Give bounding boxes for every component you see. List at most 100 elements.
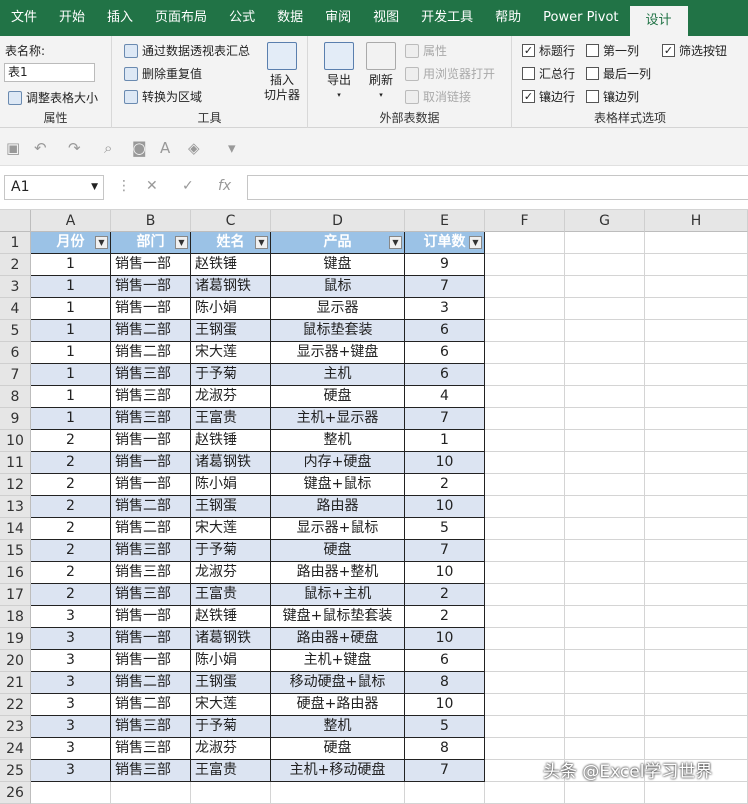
empty-cell[interactable] bbox=[485, 606, 565, 628]
table-cell[interactable]: 5 bbox=[405, 518, 485, 540]
table-cell[interactable]: 陈小娟 bbox=[191, 298, 271, 320]
table-cell[interactable]: 王钢蛋 bbox=[191, 496, 271, 518]
row-header[interactable]: 23 bbox=[0, 716, 31, 738]
empty-cell[interactable] bbox=[645, 694, 748, 716]
empty-cell[interactable] bbox=[565, 606, 645, 628]
row-header[interactable]: 15 bbox=[0, 540, 31, 562]
table-cell[interactable]: 诸葛钢铁 bbox=[191, 452, 271, 474]
table-cell[interactable]: 3 bbox=[31, 672, 111, 694]
table-cell[interactable]: 于予菊 bbox=[191, 716, 271, 738]
table-cell[interactable]: 鼠标 bbox=[271, 276, 405, 298]
table-cell[interactable]: 2 bbox=[31, 584, 111, 606]
table-header-cell[interactable]: 产品 ▼ bbox=[271, 232, 405, 254]
filter-dropdown-icon[interactable]: ▼ bbox=[175, 236, 188, 249]
insert-slicer-button[interactable]: 插入 切片器 bbox=[262, 42, 302, 103]
empty-cell[interactable] bbox=[485, 276, 565, 298]
tab-3[interactable]: 页面布局 bbox=[144, 0, 218, 36]
table-cell[interactable]: 销售一部 bbox=[111, 276, 191, 298]
row-header[interactable]: 8 bbox=[0, 386, 31, 408]
table-cell[interactable]: 6 bbox=[405, 650, 485, 672]
tab-11[interactable]: 设计 bbox=[629, 6, 688, 36]
empty-cell[interactable] bbox=[645, 606, 748, 628]
table-cell[interactable]: 赵铁锤 bbox=[191, 606, 271, 628]
column-header-G[interactable]: G bbox=[565, 210, 645, 232]
empty-cell[interactable] bbox=[565, 474, 645, 496]
table-cell[interactable]: 龙淑芬 bbox=[191, 562, 271, 584]
confirm-icon[interactable]: ✓ bbox=[182, 178, 194, 194]
empty-cell[interactable] bbox=[485, 386, 565, 408]
row-header[interactable]: 6 bbox=[0, 342, 31, 364]
table-cell[interactable]: 7 bbox=[405, 276, 485, 298]
table-cell[interactable]: 销售一部 bbox=[111, 298, 191, 320]
row-header[interactable]: 26 bbox=[0, 782, 31, 804]
empty-cell[interactable] bbox=[565, 628, 645, 650]
filter-button-checkbox[interactable]: ✓ 筛选按钮 bbox=[662, 42, 727, 59]
table-cell[interactable]: 移动硬盘+鼠标 bbox=[271, 672, 405, 694]
table-cell[interactable]: 整机 bbox=[271, 430, 405, 452]
table-cell[interactable]: 销售三部 bbox=[111, 738, 191, 760]
empty-cell[interactable] bbox=[565, 540, 645, 562]
table-cell[interactable]: 赵铁锤 bbox=[191, 254, 271, 276]
name-box[interactable]: A1 ▼ bbox=[4, 175, 104, 200]
empty-cell[interactable] bbox=[645, 320, 748, 342]
table-cell[interactable]: 显示器 bbox=[271, 298, 405, 320]
table-cell[interactable]: 1 bbox=[31, 386, 111, 408]
column-header-E[interactable]: E bbox=[405, 210, 485, 232]
table-cell[interactable]: 3 bbox=[31, 760, 111, 782]
table-cell[interactable]: 2 bbox=[31, 518, 111, 540]
empty-cell[interactable] bbox=[565, 562, 645, 584]
empty-cell[interactable] bbox=[485, 408, 565, 430]
table-cell[interactable]: 鼠标+主机 bbox=[271, 584, 405, 606]
total-row-checkbox[interactable]: 汇总行 bbox=[522, 65, 575, 82]
open-browser-button[interactable]: 用浏览器打开 bbox=[405, 65, 495, 82]
last-column-checkbox[interactable]: 最后一列 bbox=[586, 65, 651, 82]
empty-cell[interactable] bbox=[565, 342, 645, 364]
table-header-cell[interactable]: 订单数 ▼ bbox=[405, 232, 485, 254]
table-cell[interactable]: 宋大莲 bbox=[191, 518, 271, 540]
row-header[interactable]: 16 bbox=[0, 562, 31, 584]
table-cell[interactable]: 10 bbox=[405, 452, 485, 474]
empty-cell[interactable] bbox=[645, 232, 748, 254]
table-cell[interactable]: 销售二部 bbox=[111, 496, 191, 518]
table-cell[interactable]: 7 bbox=[405, 540, 485, 562]
table-cell[interactable]: 主机+移动硬盘 bbox=[271, 760, 405, 782]
tab-10[interactable]: Power Pivot bbox=[532, 0, 629, 36]
banded-rows-checkbox[interactable]: ✓ 镶边行 bbox=[522, 88, 575, 105]
insert-function-icon[interactable]: fx bbox=[218, 178, 231, 194]
row-header[interactable]: 20 bbox=[0, 650, 31, 672]
table-cell[interactable]: 1 bbox=[31, 298, 111, 320]
table-cell[interactable]: 鼠标垫套装 bbox=[271, 320, 405, 342]
row-header[interactable]: 13 bbox=[0, 496, 31, 518]
chevron-down-icon[interactable]: ▼ bbox=[91, 176, 98, 199]
empty-cell[interactable] bbox=[565, 584, 645, 606]
table-cell[interactable]: 于予菊 bbox=[191, 364, 271, 386]
column-header-A[interactable]: A bbox=[31, 210, 111, 232]
filter-dropdown-icon[interactable]: ▼ bbox=[255, 236, 268, 249]
empty-cell[interactable] bbox=[485, 496, 565, 518]
table-cell[interactable]: 1 bbox=[405, 430, 485, 452]
resize-table-button[interactable]: 调整表格大小 bbox=[8, 89, 98, 106]
empty-cell[interactable] bbox=[485, 672, 565, 694]
empty-cell[interactable] bbox=[565, 254, 645, 276]
empty-cell[interactable] bbox=[485, 452, 565, 474]
tab-1[interactable]: 开始 bbox=[48, 0, 96, 36]
table-cell[interactable]: 10 bbox=[405, 562, 485, 584]
empty-cell[interactable] bbox=[485, 364, 565, 386]
table-cell[interactable]: 5 bbox=[405, 716, 485, 738]
table-cell[interactable]: 2 bbox=[31, 540, 111, 562]
table-cell[interactable]: 6 bbox=[405, 364, 485, 386]
empty-cell[interactable] bbox=[485, 298, 565, 320]
refresh-button[interactable]: 刷新 ▾ bbox=[364, 42, 398, 103]
table-cell[interactable]: 销售三部 bbox=[111, 364, 191, 386]
row-header[interactable]: 4 bbox=[0, 298, 31, 320]
empty-cell[interactable] bbox=[645, 452, 748, 474]
empty-cell[interactable] bbox=[645, 430, 748, 452]
empty-cell[interactable] bbox=[565, 716, 645, 738]
column-header-F[interactable]: F bbox=[485, 210, 565, 232]
table-cell[interactable]: 宋大莲 bbox=[191, 694, 271, 716]
empty-cell[interactable] bbox=[405, 782, 485, 804]
table-cell[interactable]: 2 bbox=[31, 496, 111, 518]
empty-cell[interactable] bbox=[485, 628, 565, 650]
table-cell[interactable]: 6 bbox=[405, 342, 485, 364]
table-cell[interactable]: 2 bbox=[405, 606, 485, 628]
